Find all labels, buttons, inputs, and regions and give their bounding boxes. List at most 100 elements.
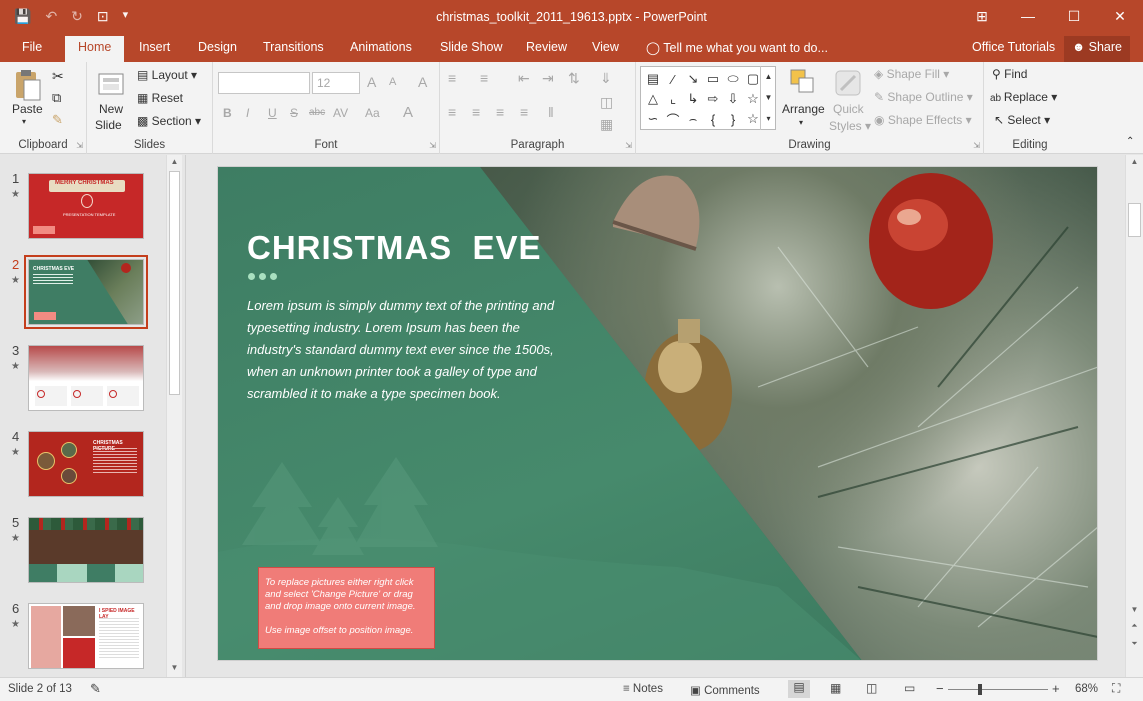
increase-indent-icon[interactable]: ⇥ [542, 70, 554, 87]
arrange-dropdown-icon[interactable]: ▾ [799, 118, 803, 127]
collapse-ribbon-icon[interactable]: ⌃ [1126, 136, 1134, 147]
slide-scrollbar[interactable]: ▲ ▼ ⏶ ⏷ [1125, 155, 1143, 677]
quick-styles-button[interactable]: Quick [833, 102, 864, 116]
account-name[interactable]: Office Tutorials [972, 40, 1055, 54]
copy-icon[interactable]: ⧉ [52, 90, 61, 106]
notes-button[interactable]: ≡ Notes [623, 683, 663, 695]
smartart-icon[interactable]: ▦ [600, 116, 613, 133]
paste-button[interactable]: Paste [12, 102, 43, 116]
new-slide-button-line2[interactable]: Slide [95, 118, 122, 132]
justify-icon[interactable]: ≡ [520, 104, 528, 120]
strikethrough-button[interactable]: abc [309, 107, 325, 118]
columns-icon[interactable]: ‖ [548, 104, 554, 120]
triangle-shape-icon[interactable]: △ [643, 89, 663, 109]
new-slide-icon[interactable] [97, 68, 127, 101]
tab-transitions[interactable]: Transitions [263, 40, 324, 54]
decrease-indent-icon[interactable]: ⇤ [518, 70, 530, 87]
next-slide-icon[interactable]: ⏷ [1126, 639, 1143, 649]
paste-icon[interactable] [10, 68, 44, 104]
shadow-button[interactable]: S [290, 106, 298, 120]
tab-home[interactable]: Home [65, 36, 125, 62]
textbox-shape-icon[interactable]: ▤ [643, 69, 663, 89]
tab-design[interactable]: Design [198, 40, 237, 54]
quick-styles-button-line2[interactable]: Styles ▾ [829, 119, 871, 133]
select-button[interactable]: ↖ Select ▾ [994, 113, 1050, 127]
align-text-icon[interactable]: ◫ [600, 94, 613, 111]
shapes-scroll[interactable]: ▲ ▼ ▾ [760, 66, 776, 130]
scroll-down-icon[interactable]: ▼ [1126, 605, 1143, 614]
find-button[interactable]: ⚲ Find [992, 67, 1027, 81]
font-color-button[interactable]: A [403, 104, 413, 121]
tab-slide-show[interactable]: Slide Show [440, 40, 503, 54]
tab-review[interactable]: Review [526, 40, 567, 54]
font-name-box[interactable] [218, 72, 310, 94]
zoom-slider-track[interactable] [948, 689, 1048, 690]
slide-thumbnail-3[interactable] [28, 345, 144, 411]
arrow-line-shape-icon[interactable]: ↘ [683, 69, 703, 89]
text-direction-icon[interactable]: ⇓ [600, 70, 612, 87]
numbering-icon[interactable]: ≡ [480, 70, 488, 86]
slide-thumbnail-2[interactable]: CHRISTMAS EVE [24, 255, 148, 329]
zoom-out-icon[interactable]: − [936, 681, 944, 696]
elbow-connector-shape-icon[interactable]: ⌞ [663, 89, 683, 109]
zoom-in-icon[interactable]: + [1052, 681, 1060, 696]
minimize-button[interactable]: — [1005, 0, 1051, 32]
section-button[interactable]: ▩ Section ▾ [137, 114, 201, 128]
bullets-icon[interactable]: ≡ [448, 70, 456, 86]
format-painter-icon[interactable]: ✎ [52, 112, 63, 128]
shapes-gallery[interactable]: ▤ ∕ ↘ ▭ ⬭ ▢ △ ⌞ ↳ ⇨ ⇩ ☆ ∽ ⌒ ⌢ { } ☆ [640, 66, 776, 130]
scroll-down-icon[interactable]: ▼ [167, 663, 182, 672]
scroll-thumb[interactable] [169, 171, 180, 395]
spell-check-icon[interactable]: ✎ [90, 681, 101, 697]
clear-format-icon[interactable]: A [418, 74, 427, 90]
paragraph-launcher-icon[interactable]: ⇲ [625, 141, 632, 150]
ribbon-display-options-icon[interactable]: ⊞ [959, 0, 1005, 32]
previous-slide-icon[interactable]: ⏶ [1126, 621, 1143, 631]
arrange-button[interactable]: Arrange [782, 102, 825, 116]
replace-button[interactable]: ab Replace ▾ [990, 90, 1057, 104]
instruction-note-box[interactable]: To replace pictures either right click a… [258, 567, 435, 649]
paste-dropdown-icon[interactable]: ▾ [22, 117, 26, 126]
italic-button[interactable]: I [246, 106, 249, 120]
tab-file[interactable]: File [22, 40, 42, 54]
left-brace-shape-icon[interactable]: { [703, 109, 723, 129]
align-left-icon[interactable]: ≡ [448, 104, 456, 120]
align-center-icon[interactable]: ≡ [472, 104, 480, 120]
maximize-button[interactable]: ☐ [1051, 0, 1097, 32]
slide-thumbnail-6[interactable]: I SPIED IMAGE LAY [28, 603, 144, 669]
reset-button[interactable]: ▦ Reset [137, 91, 183, 105]
slide-body-text[interactable]: Lorem ipsum is simply dummy text of the … [247, 295, 565, 405]
tab-animations[interactable]: Animations [350, 40, 412, 54]
arrange-icon[interactable] [789, 68, 817, 99]
tab-insert[interactable]: Insert [139, 40, 170, 54]
underline-button[interactable]: U [268, 106, 277, 120]
align-right-icon[interactable]: ≡ [496, 104, 504, 120]
scroll-up-icon[interactable]: ▲ [1126, 157, 1143, 166]
clipboard-launcher-icon[interactable]: ⇲ [76, 141, 83, 150]
quick-styles-icon[interactable] [833, 68, 863, 101]
new-slide-button[interactable]: New [99, 102, 123, 116]
cut-icon[interactable]: ✂ [52, 68, 64, 85]
shape-outline-button[interactable]: ✎ Shape Outline ▾ [874, 90, 973, 104]
reading-view-icon[interactable]: ◫ [866, 681, 877, 695]
down-arrow-shape-icon[interactable]: ⇩ [723, 89, 743, 109]
share-button[interactable]: ☻ Share [1064, 36, 1130, 62]
slide-show-icon[interactable]: ▭ [904, 681, 915, 695]
font-size-box[interactable]: 12 [312, 72, 360, 94]
fit-to-window-icon[interactable]: ⛶ [1112, 681, 1120, 696]
comments-button[interactable]: ▣ Comments [690, 683, 760, 697]
scroll-thumb[interactable] [1128, 203, 1141, 237]
slide-sorter-icon[interactable]: ▦ [830, 681, 841, 695]
scroll-up-icon[interactable]: ▲ [167, 157, 182, 166]
slide-thumbnail-5[interactable] [28, 517, 144, 583]
oval-shape-icon[interactable]: ⬭ [723, 69, 743, 89]
right-brace-shape-icon[interactable]: } [723, 109, 743, 129]
normal-view-icon[interactable]: ▤ [788, 680, 810, 698]
grow-font-icon[interactable]: A [367, 74, 376, 90]
drawing-launcher-icon[interactable]: ⇲ [973, 141, 980, 150]
slide-canvas[interactable]: CHRISTMAS EVE Lorem ipsum is simply dumm… [217, 166, 1098, 661]
line-shape-icon[interactable]: ∕ [663, 69, 683, 89]
character-spacing-button[interactable]: AV [333, 106, 348, 120]
freeform-shape-icon[interactable]: ∽ [643, 109, 663, 129]
layout-button[interactable]: ▤ Layout ▾ [137, 68, 197, 82]
